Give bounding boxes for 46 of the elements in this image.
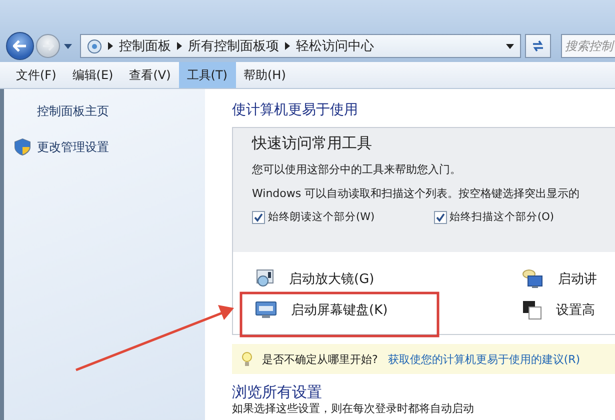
description-text: 您可以使用这部分中的工具来帮助您入门。 xyxy=(252,162,462,177)
checkbox[interactable] xyxy=(252,210,265,224)
forward-arrow-icon xyxy=(42,41,54,51)
breadcrumb-arrow-icon[interactable] xyxy=(177,42,182,50)
history-dropdown-button[interactable] xyxy=(62,44,74,48)
breadcrumb-arrow-icon[interactable] xyxy=(285,42,290,50)
tool-link[interactable]: 启动屏幕键盘(K) xyxy=(255,300,522,320)
tip-text: 是否不确定从哪里开始? xyxy=(262,352,378,366)
tool-link[interactable]: 启动放大镜(G) xyxy=(255,269,522,289)
breadcrumb[interactable]: 轻松访问中心 xyxy=(296,37,374,55)
dropdown-caret-icon[interactable] xyxy=(506,44,514,48)
light-bulb-icon xyxy=(242,352,252,366)
contrast-squares-icon xyxy=(522,300,542,320)
menu-item[interactable]: 工具(T) xyxy=(178,62,236,88)
description-text: Windows 可以自动读取和扫描这个列表。按空格键选择突出显示的 xyxy=(252,186,581,201)
page-heading: 使计算机更易于使用 xyxy=(232,101,359,119)
breadcrumb-arrow-icon[interactable] xyxy=(108,42,113,50)
caret-icon xyxy=(64,44,72,48)
search-field[interactable]: 搜索控制 xyxy=(561,34,615,58)
breadcrumb[interactable]: 所有控制面板项 xyxy=(188,37,279,55)
checkbox[interactable] xyxy=(434,210,446,224)
section-heading: 浏览所有设置 xyxy=(232,383,323,402)
menu-item[interactable]: 帮助(H) xyxy=(236,62,294,88)
refresh-icon xyxy=(531,39,545,53)
magnifier-icon xyxy=(255,269,275,289)
tool-link[interactable]: 设置高 xyxy=(522,300,615,320)
sidebar-link[interactable]: 控制面板主页 xyxy=(37,103,109,120)
shield-icon xyxy=(14,138,31,156)
breadcrumb[interactable]: 控制面板 xyxy=(119,37,171,55)
checkbox-label[interactable]: 始终朗读这个部分(W) xyxy=(268,210,375,224)
tool-link[interactable]: 启动讲 xyxy=(522,269,615,289)
menu-item[interactable]: 文件(F) xyxy=(8,62,64,88)
menu-item[interactable]: 查看(V) xyxy=(121,62,179,88)
address-bar[interactable]: 控制面板 所有控制面板项 轻松访问中心 xyxy=(80,34,521,58)
keyboard-monitor-icon xyxy=(255,300,277,320)
suggestion-link[interactable]: 获取使您的计算机更易于使用的建议(R) xyxy=(388,352,580,366)
control-panel-icon xyxy=(87,38,102,54)
checkbox-label[interactable]: 始终扫描这个部分(O) xyxy=(450,210,554,224)
section-title: 快速访问常用工具 xyxy=(252,134,373,153)
monitor-speech-icon xyxy=(522,269,544,289)
sidebar-link[interactable]: 更改管理设置 xyxy=(37,138,109,156)
menu-item[interactable]: 编辑(E) xyxy=(64,62,122,88)
description-text: 如果选择这些设置，则在每次登录时都将自动启动 xyxy=(232,402,475,415)
back-button[interactable] xyxy=(6,32,34,60)
back-arrow-icon xyxy=(13,40,27,52)
refresh-button[interactable] xyxy=(525,34,551,58)
